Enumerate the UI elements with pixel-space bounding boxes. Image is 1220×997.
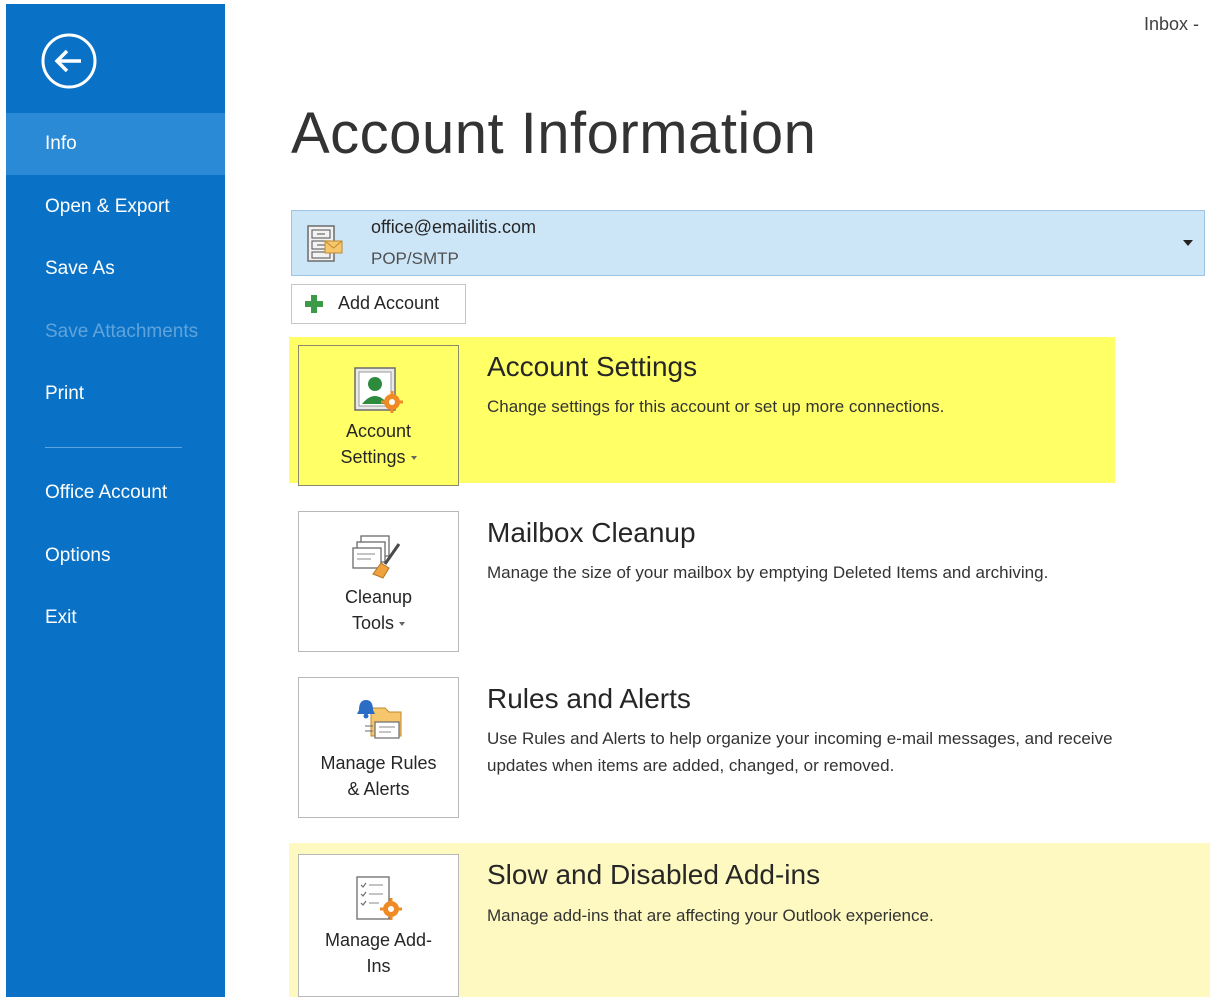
nav-divider	[45, 447, 182, 448]
window-caption: Inbox -	[1144, 14, 1200, 34]
section-description: Use Rules and Alerts to help organize yo…	[487, 729, 1113, 775]
section-title: Account Settings	[487, 351, 698, 382]
nav-exit[interactable]: Exit	[6, 587, 225, 649]
account-settings-icon	[354, 367, 403, 413]
rules-alerts-icon	[357, 700, 402, 739]
mailbox-cleanup-section: Cleanup Tools Mailbox Cleanup Manage the…	[289, 503, 1209, 661]
page-title: Account Information	[291, 101, 817, 166]
nav-options[interactable]: Options	[6, 525, 225, 587]
account-type: POP/SMTP	[371, 249, 459, 268]
backstage-sidebar: Info Open & Export Save As Save Attachme…	[6, 4, 225, 997]
slow-disabled-addins-section: Manage Add- Ins Slow and Disabled Add-in…	[289, 843, 1210, 997]
chevron-down-icon	[1183, 240, 1193, 246]
nav-print[interactable]: Print	[6, 363, 225, 425]
rules-alerts-section: Manage Rules & Alerts Rules and Alerts U…	[289, 669, 1209, 829]
nav-info[interactable]: Info	[6, 113, 225, 175]
manage-rules-tile-label: Manage Rules & Alerts	[320, 753, 437, 799]
chevron-down-icon	[399, 622, 406, 627]
plus-icon	[305, 295, 323, 313]
cleanup-tools-icon	[352, 535, 401, 579]
manage-addins-button[interactable]: Manage Add- Ins	[298, 854, 459, 997]
section-title: Rules and Alerts	[487, 683, 691, 714]
section-title: Slow and Disabled Add-ins	[487, 859, 821, 890]
cleanup-tools-tile-label: Cleanup Tools	[344, 587, 413, 633]
section-description: Manage the size of your mailbox by empty…	[487, 563, 1049, 582]
add-account-label: Add Account	[338, 293, 440, 313]
nav-open-export[interactable]: Open & Export	[6, 176, 225, 238]
section-description: Manage add-ins that are affecting your O…	[487, 906, 934, 925]
back-button[interactable]	[40, 32, 98, 90]
account-settings-section: Account Settings Account Settings Change…	[289, 337, 1115, 486]
section-description: Change settings for this account or set …	[487, 397, 945, 416]
account-settings-button[interactable]: Account Settings	[298, 345, 459, 486]
manage-rules-alerts-button[interactable]: Manage Rules & Alerts	[298, 677, 459, 818]
addins-icon	[356, 876, 402, 920]
nav-save-attachments: Save Attachments	[45, 321, 199, 342]
section-title: Mailbox Cleanup	[487, 517, 696, 548]
account-settings-tile-label: Account Settings	[299, 418, 458, 470]
manage-addins-tile-label: Manage Add- Ins	[324, 930, 433, 976]
chevron-down-icon	[410, 456, 417, 461]
nav-save-as[interactable]: Save As	[6, 238, 225, 300]
cleanup-tools-button[interactable]: Cleanup Tools	[298, 511, 459, 652]
mail-server-icon	[307, 225, 343, 262]
back-arrow-icon	[41, 33, 97, 89]
account-email: office@emailitis.com	[371, 217, 536, 237]
nav-office-account[interactable]: Office Account	[6, 462, 225, 524]
account-selector[interactable]: office@emailitis.com POP/SMTP	[291, 210, 1205, 276]
add-account-button[interactable]: Add Account	[291, 284, 466, 324]
